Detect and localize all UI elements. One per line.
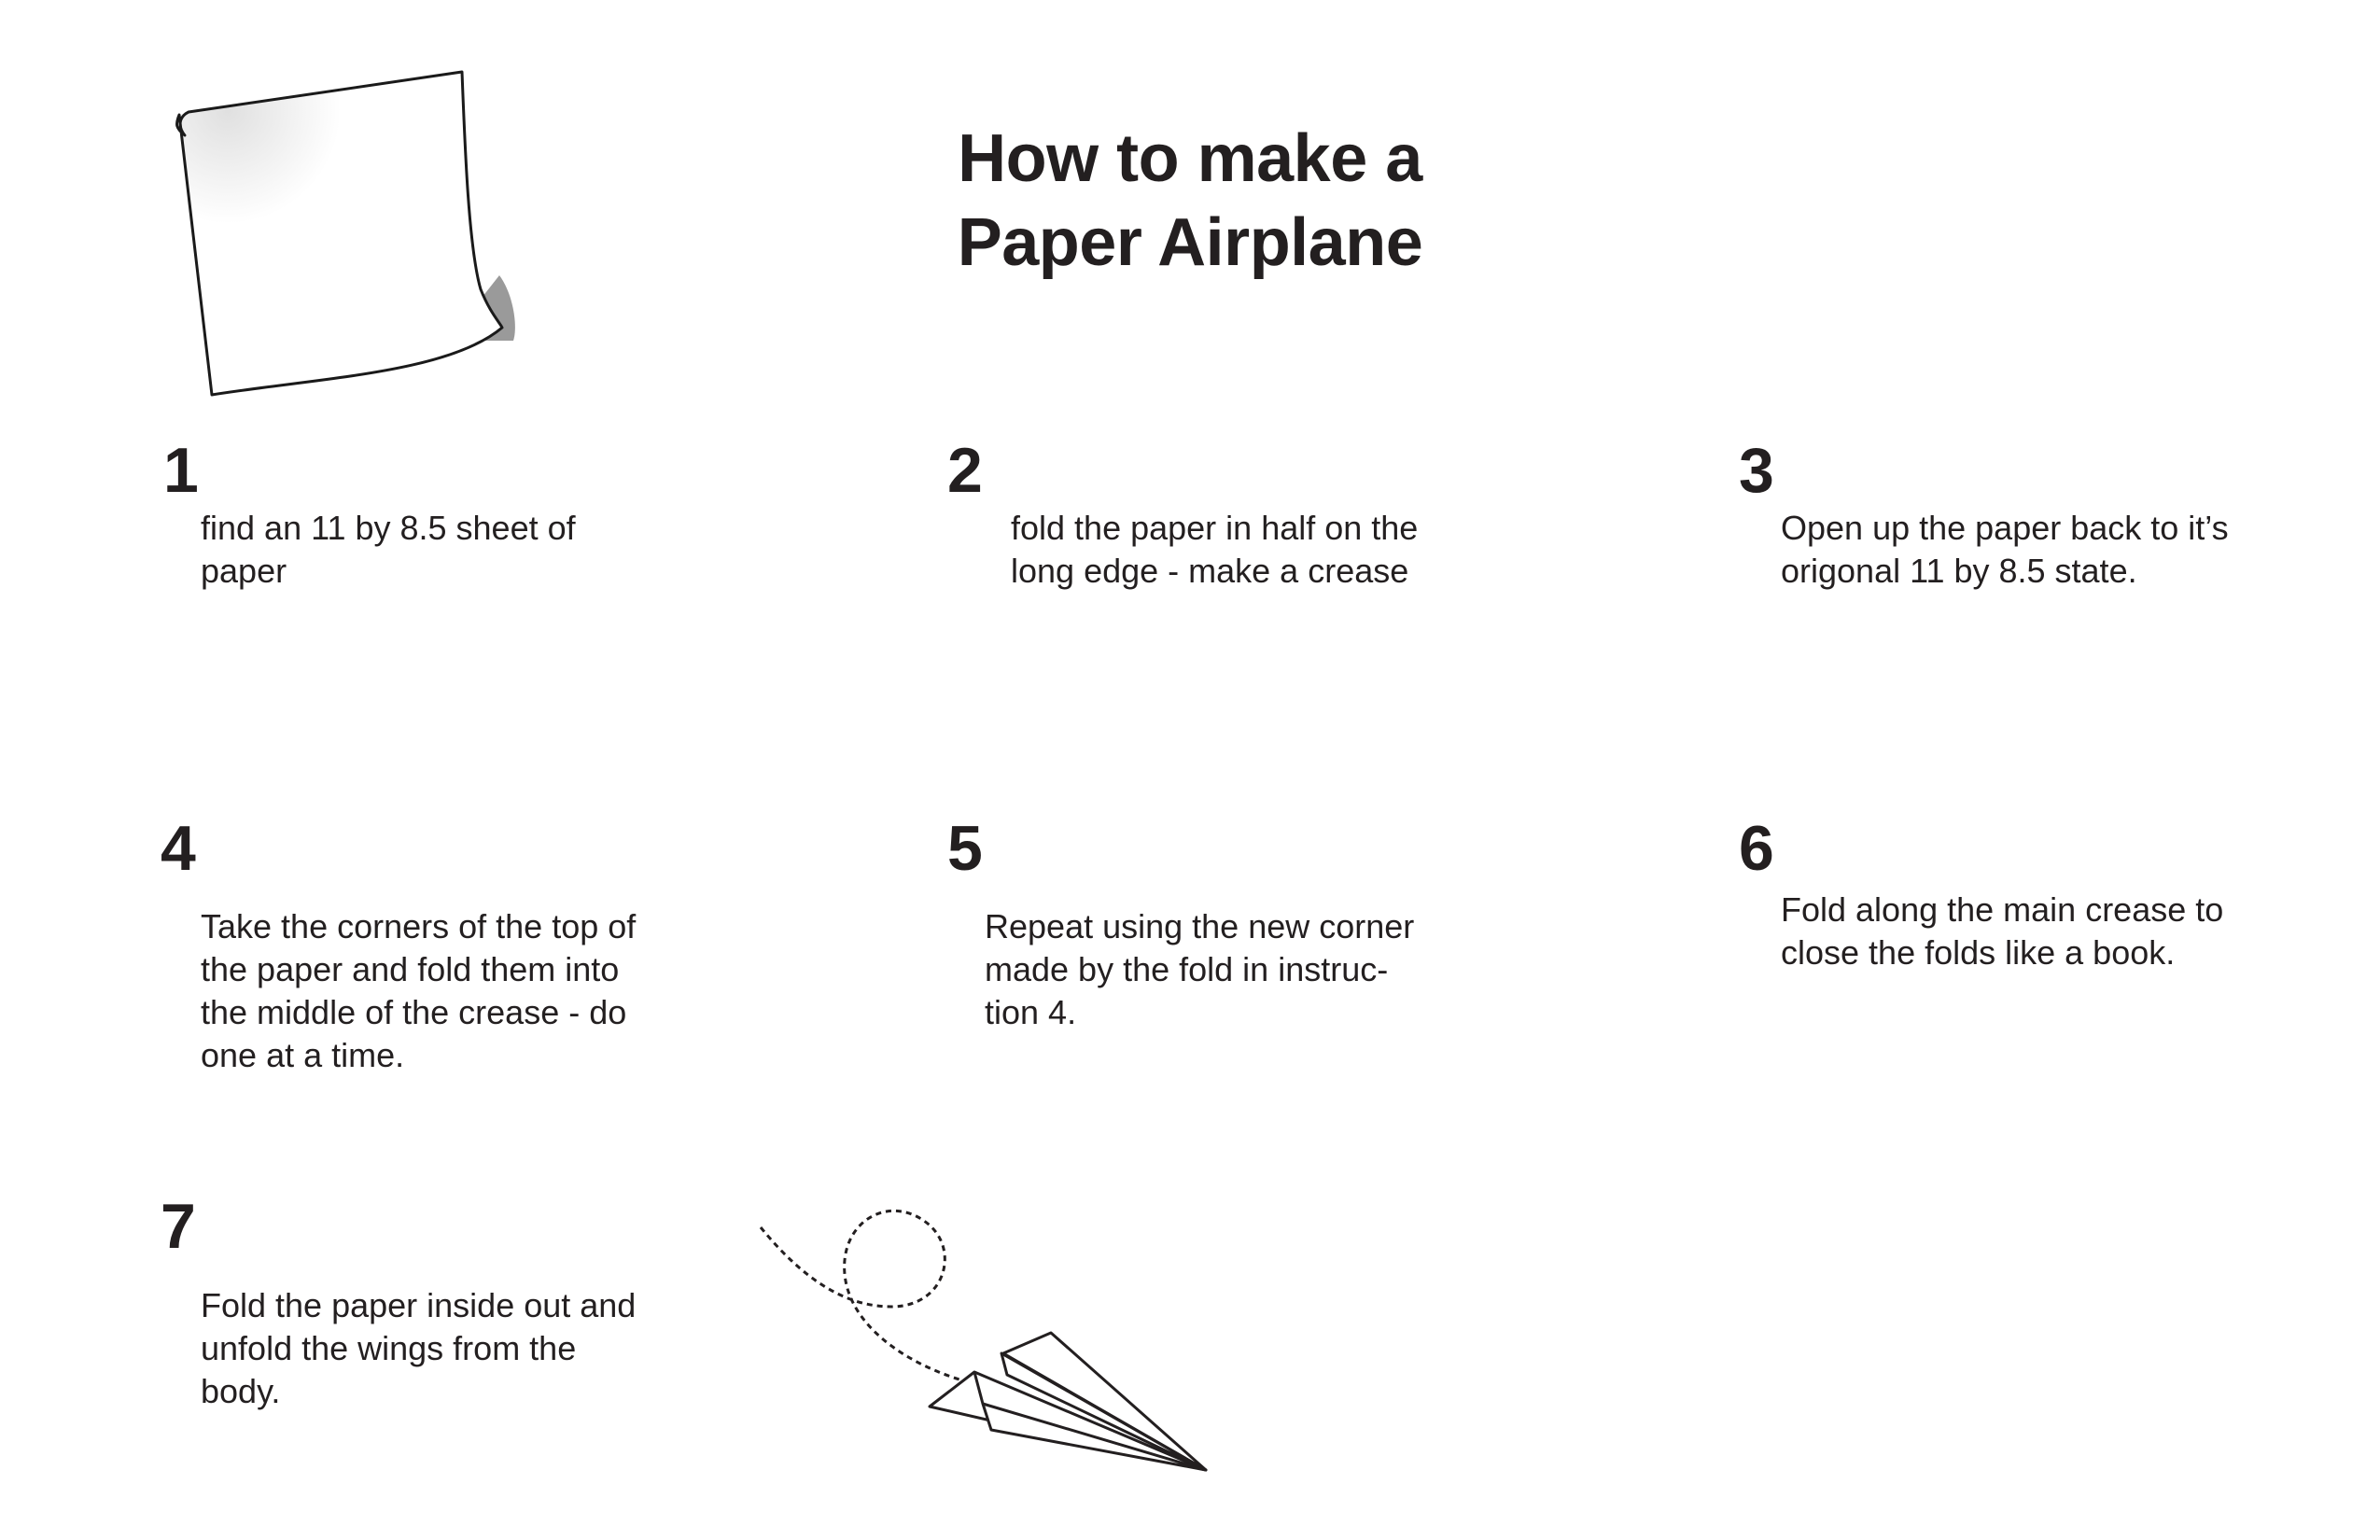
page-title: How to make a Paper Airplane [840,117,1540,285]
step-1-line: find an 11 by 8.5 sheet of [201,509,576,547]
step-4-line: the paper and fold them into [201,950,620,988]
step-4-text: Take the corners of the top of the paper… [201,905,636,1077]
step-1-text: find an 11 by 8.5 sheet of paper [201,507,576,593]
step-7-line: body. [201,1372,281,1410]
step-7-text: Fold the paper inside out and unfold the… [201,1284,636,1413]
step-7-line: unfold the wings from the [201,1329,577,1367]
title-line-2: Paper Airplane [957,205,1423,280]
paper-airplane-icon [759,1209,1208,1472]
step-5-line: Repeat using the new corner [985,907,1415,945]
step-7-number: 7 [161,1191,196,1262]
step-6-number: 6 [1739,813,1774,884]
step-3-number: 3 [1739,435,1774,506]
step-4-number: 4 [161,813,196,884]
step-5-line: made by the fold in instruc- [985,950,1389,988]
step-5-text: Repeat using the new corner made by the … [985,905,1414,1034]
step-3-line: origonal 11 by 8.5 state. [1781,552,2137,590]
step-2-line: long edge - make a crease [1011,552,1409,590]
step-6-line: Fold along the main crease to [1781,890,2224,929]
step-2-text: fold the paper in half on the long edge … [1011,507,1418,593]
step-6-line: close the folds like a book. [1781,933,2176,972]
step-2-line: fold the paper in half on the [1011,509,1419,547]
sheet-of-paper-icon [175,70,515,397]
step-1-number: 1 [163,435,199,506]
step-2-number: 2 [947,435,983,506]
title-line-1: How to make a [958,121,1422,196]
step-4-line: one at a time. [201,1036,405,1074]
step-5-line: tion 4. [985,993,1077,1031]
step-3-text: Open up the paper back to it’s origonal … [1781,507,2229,593]
step-4-line: the middle of the crease - do [201,993,627,1031]
step-4-line: Take the corners of the top of [201,907,637,945]
step-7-line: Fold the paper inside out and [201,1286,637,1324]
step-5-number: 5 [947,813,983,884]
step-3-line: Open up the paper back to it’s [1781,509,2229,547]
step-1-line: paper [201,552,287,590]
step-6-text: Fold along the main crease to close the … [1781,889,2223,974]
